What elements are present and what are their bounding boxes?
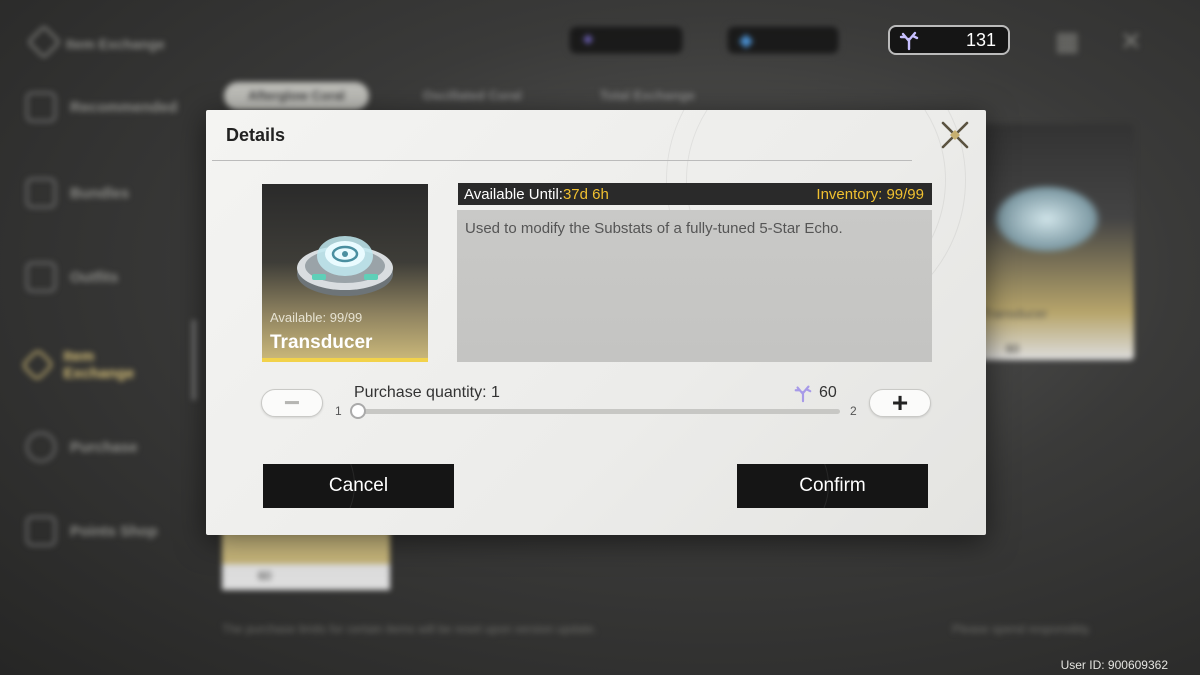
cost-value: 60	[819, 384, 837, 401]
item-exchange-icon	[20, 348, 55, 382]
afterglow-coral-icon	[794, 385, 812, 403]
tab-oscillated-coral[interactable]: Oscillated Coral	[399, 82, 546, 110]
sidebar-item-points-shop[interactable]: Points Shop	[26, 516, 158, 546]
plus-icon: +	[891, 387, 909, 418]
item-availability: Available: 99/99	[270, 310, 363, 325]
points-shop-icon	[26, 516, 56, 546]
item-price: 60	[222, 564, 390, 590]
close-button[interactable]	[938, 118, 972, 152]
user-id: User ID: 900609362	[1060, 658, 1168, 672]
grid-menu-icon[interactable]: ▦	[1052, 26, 1082, 56]
minus-icon: −	[283, 387, 301, 418]
sidebar-item-outfits[interactable]: Outfits	[26, 262, 118, 292]
currency-afterglow-coral: 131	[888, 25, 1010, 55]
currency-value: 131	[965, 29, 996, 50]
header-divider	[212, 160, 912, 161]
cancel-button[interactable]: Cancel	[263, 464, 454, 508]
bundles-icon	[26, 178, 56, 208]
transducer-icon	[297, 236, 393, 296]
tab-bar: Afterglow Coral Oscillated Coral Total E…	[224, 82, 719, 110]
afterglow-coral-icon	[898, 29, 920, 51]
decrease-quantity-button[interactable]: −	[261, 389, 323, 417]
recommended-icon	[26, 92, 56, 122]
quantity-slider[interactable]	[354, 409, 840, 414]
sidebar-item-bundles[interactable]: Bundles	[26, 178, 129, 208]
sidebar: Recommended Bundles Outfits Item Exchang…	[0, 0, 200, 675]
available-until-label: Available Until:	[464, 185, 563, 203]
close-icon[interactable]: ✕	[1116, 26, 1146, 56]
purchase-limit-note: The purchase limits for certain items wi…	[222, 622, 597, 636]
available-until-value: 37d 6h	[562, 185, 609, 203]
slider-max-label: 2	[850, 404, 857, 418]
purchase-icon	[26, 432, 56, 462]
outfits-icon	[26, 262, 56, 292]
item-description: Used to modify the Substats of a fully-t…	[457, 210, 932, 362]
shop-item-card[interactable]: Transducer 60	[972, 124, 1134, 360]
details-dialog: Details Available: 99/99 Transducer Avai…	[206, 110, 986, 535]
close-icon	[941, 121, 969, 149]
sidebar-scrollbar[interactable]	[192, 320, 196, 400]
shop-item-card[interactable]: 60	[222, 530, 390, 590]
item-card: Available: 99/99 Transducer	[262, 184, 428, 362]
sidebar-item-item-exchange[interactable]: Item Exchange	[20, 348, 166, 382]
lunite-icon: ◆	[739, 29, 753, 50]
tab-afterglow-coral[interactable]: Afterglow Coral	[224, 82, 369, 110]
purchase-cost: 60	[793, 383, 837, 403]
purchase-quantity-label: Purchase quantity: 1	[354, 384, 500, 401]
slider-min-label: 1	[335, 404, 342, 418]
dialog-title: Details	[226, 125, 286, 145]
currency-lunite: ◆	[726, 25, 840, 55]
sidebar-item-recommended[interactable]: Recommended	[26, 92, 178, 122]
tab-total-exchange[interactable]: Total Exchange	[576, 82, 719, 110]
inventory-value: 99/99	[886, 185, 924, 203]
inventory-label: Inventory:	[816, 185, 883, 203]
currency-oscillated-coral: ✦	[568, 25, 684, 55]
item-name: Transducer	[270, 332, 373, 353]
quantity-slider-thumb[interactable]	[350, 403, 366, 419]
increase-quantity-button[interactable]: +	[869, 389, 931, 417]
sidebar-item-purchase[interactable]: Purchase	[26, 432, 138, 462]
confirm-button[interactable]: Confirm	[737, 464, 928, 508]
spend-responsibly-note: Please spend responsibly.	[952, 622, 1092, 636]
item-info-bar: Available Until:37d 6h Inventory: 99/99	[458, 183, 932, 205]
oscillated-coral-icon: ✦	[580, 29, 596, 50]
dialog-header: Details	[206, 110, 986, 162]
